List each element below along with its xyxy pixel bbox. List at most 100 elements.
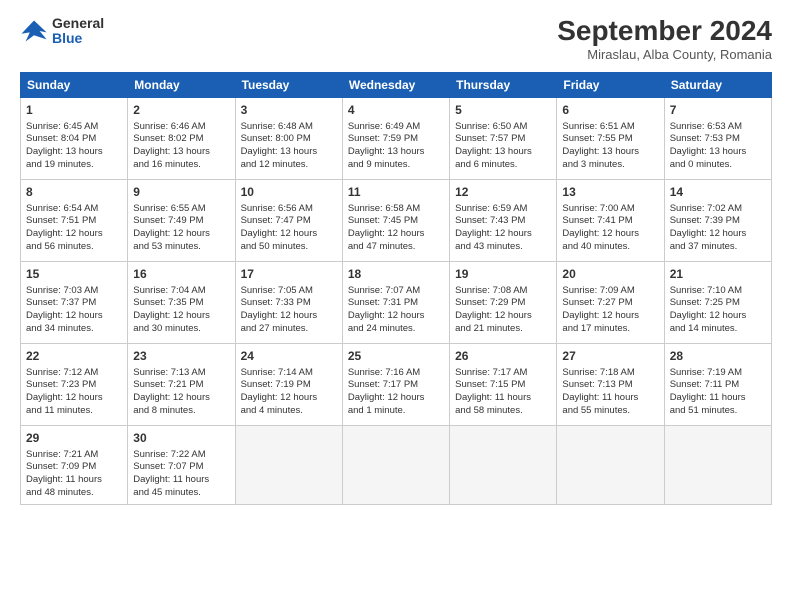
day-info: Sunrise: 7:21 AM Sunset: 7:09 PM Dayligh…	[26, 449, 122, 500]
day-number: 5	[455, 102, 551, 119]
table-row: 5 Sunrise: 6:50 AM Sunset: 7:57 PM Daylig…	[450, 97, 557, 179]
header-wednesday: Wednesday	[342, 72, 449, 97]
page-header: General Blue September 2024 Miraslau, Al…	[20, 16, 772, 62]
day-number: 24	[241, 348, 337, 365]
day-info: Sunrise: 6:59 AM Sunset: 7:43 PM Dayligh…	[455, 203, 551, 254]
day-info: Sunrise: 7:13 AM Sunset: 7:21 PM Dayligh…	[133, 367, 229, 418]
day-info: Sunrise: 7:09 AM Sunset: 7:27 PM Dayligh…	[562, 285, 658, 336]
header-friday: Friday	[557, 72, 664, 97]
table-row: 1Sunrise: 6:45 AM Sunset: 8:04 PM Daylig…	[21, 97, 128, 179]
day-number: 30	[133, 430, 229, 447]
table-row: 7Sunrise: 6:53 AM Sunset: 7:53 PM Daylig…	[664, 97, 771, 179]
day-info: Sunrise: 6:54 AM Sunset: 7:51 PM Dayligh…	[26, 203, 122, 254]
day-number: 27	[562, 348, 658, 365]
header-sunday: Sunday	[21, 72, 128, 97]
logo-icon	[20, 17, 48, 45]
table-row: 20 Sunrise: 7:09 AM Sunset: 7:27 PM Dayli…	[557, 261, 664, 343]
table-row	[450, 425, 557, 504]
month-title: September 2024	[557, 16, 772, 47]
day-number: 26	[455, 348, 551, 365]
location: Miraslau, Alba County, Romania	[557, 47, 772, 62]
day-info: Sunrise: 7:12 AM Sunset: 7:23 PM Dayligh…	[26, 367, 122, 418]
day-info: Sunrise: 7:07 AM Sunset: 7:31 PM Dayligh…	[348, 285, 444, 336]
day-info: Sunrise: 7:18 AM Sunset: 7:13 PM Dayligh…	[562, 367, 658, 418]
day-number: 19	[455, 266, 551, 283]
header-monday: Monday	[128, 72, 235, 97]
day-number: 29	[26, 430, 122, 447]
table-row: 28 Sunrise: 7:19 AM Sunset: 7:11 PM Dayli…	[664, 343, 771, 425]
weekday-header-row: Sunday Monday Tuesday Wednesday Thursday…	[21, 72, 772, 97]
day-info: Sunrise: 7:02 AM Sunset: 7:39 PM Dayligh…	[670, 203, 766, 254]
day-number: 1	[26, 102, 122, 119]
day-number: 14	[670, 184, 766, 201]
table-row: 16 Sunrise: 7:04 AM Sunset: 7:35 PM Dayli…	[128, 261, 235, 343]
day-info: Sunrise: 7:05 AM Sunset: 7:33 PM Dayligh…	[241, 285, 337, 336]
table-row: 17Sunrise: 7:05 AM Sunset: 7:33 PM Dayli…	[235, 261, 342, 343]
day-info: Sunrise: 6:48 AM Sunset: 8:00 PM Dayligh…	[241, 121, 337, 172]
day-info: Sunrise: 6:53 AM Sunset: 7:53 PM Dayligh…	[670, 121, 766, 172]
day-info: Sunrise: 7:17 AM Sunset: 7:15 PM Dayligh…	[455, 367, 551, 418]
day-number: 20	[562, 266, 658, 283]
table-row: 2 Sunrise: 6:46 AM Sunset: 8:02 PM Daylig…	[128, 97, 235, 179]
day-number: 6	[562, 102, 658, 119]
day-info: Sunrise: 7:14 AM Sunset: 7:19 PM Dayligh…	[241, 367, 337, 418]
table-row: 22 Sunrise: 7:12 AM Sunset: 7:23 PM Dayli…	[21, 343, 128, 425]
day-number: 13	[562, 184, 658, 201]
day-info: Sunrise: 7:08 AM Sunset: 7:29 PM Dayligh…	[455, 285, 551, 336]
day-info: Sunrise: 6:50 AM Sunset: 7:57 PM Dayligh…	[455, 121, 551, 172]
table-row: 21 Sunrise: 7:10 AM Sunset: 7:25 PM Dayli…	[664, 261, 771, 343]
day-info: Sunrise: 7:16 AM Sunset: 7:17 PM Dayligh…	[348, 367, 444, 418]
table-row: 3Sunrise: 6:48 AM Sunset: 8:00 PM Daylig…	[235, 97, 342, 179]
table-row: 6 Sunrise: 6:51 AM Sunset: 7:55 PM Daylig…	[557, 97, 664, 179]
table-row	[342, 425, 449, 504]
day-number: 8	[26, 184, 122, 201]
table-row: 15Sunrise: 7:03 AM Sunset: 7:37 PM Dayli…	[21, 261, 128, 343]
table-row: 10 Sunrise: 6:56 AM Sunset: 7:47 PM Dayli…	[235, 179, 342, 261]
table-row: 13 Sunrise: 7:00 AM Sunset: 7:41 PM Dayli…	[557, 179, 664, 261]
title-block: September 2024 Miraslau, Alba County, Ro…	[557, 16, 772, 62]
table-row	[557, 425, 664, 504]
day-info: Sunrise: 7:19 AM Sunset: 7:11 PM Dayligh…	[670, 367, 766, 418]
day-number: 9	[133, 184, 229, 201]
day-info: Sunrise: 7:04 AM Sunset: 7:35 PM Dayligh…	[133, 285, 229, 336]
day-number: 28	[670, 348, 766, 365]
table-row: 19 Sunrise: 7:08 AM Sunset: 7:29 PM Dayli…	[450, 261, 557, 343]
table-row: 25 Sunrise: 7:16 AM Sunset: 7:17 PM Dayli…	[342, 343, 449, 425]
day-info: Sunrise: 6:51 AM Sunset: 7:55 PM Dayligh…	[562, 121, 658, 172]
day-number: 4	[348, 102, 444, 119]
logo-text: General Blue	[52, 16, 104, 47]
header-thursday: Thursday	[450, 72, 557, 97]
header-saturday: Saturday	[664, 72, 771, 97]
table-row: 14 Sunrise: 7:02 AM Sunset: 7:39 PM Dayli…	[664, 179, 771, 261]
day-number: 2	[133, 102, 229, 119]
day-number: 22	[26, 348, 122, 365]
table-row: 12 Sunrise: 6:59 AM Sunset: 7:43 PM Dayli…	[450, 179, 557, 261]
day-number: 10	[241, 184, 337, 201]
day-info: Sunrise: 7:22 AM Sunset: 7:07 PM Dayligh…	[133, 449, 229, 500]
day-number: 11	[348, 184, 444, 201]
table-row: 27 Sunrise: 7:18 AM Sunset: 7:13 PM Dayli…	[557, 343, 664, 425]
day-number: 25	[348, 348, 444, 365]
table-row	[235, 425, 342, 504]
table-row: 9Sunrise: 6:55 AM Sunset: 7:49 PM Daylig…	[128, 179, 235, 261]
table-row: 26 Sunrise: 7:17 AM Sunset: 7:15 PM Dayli…	[450, 343, 557, 425]
table-row: 23 Sunrise: 7:13 AM Sunset: 7:21 PM Dayli…	[128, 343, 235, 425]
day-info: Sunrise: 6:56 AM Sunset: 7:47 PM Dayligh…	[241, 203, 337, 254]
table-row: 18Sunrise: 7:07 AM Sunset: 7:31 PM Dayli…	[342, 261, 449, 343]
day-info: Sunrise: 7:00 AM Sunset: 7:41 PM Dayligh…	[562, 203, 658, 254]
table-row: 29 Sunrise: 7:21 AM Sunset: 7:09 PM Dayli…	[21, 425, 128, 504]
table-row: 24 Sunrise: 7:14 AM Sunset: 7:19 PM Dayli…	[235, 343, 342, 425]
table-row	[664, 425, 771, 504]
day-info: Sunrise: 7:10 AM Sunset: 7:25 PM Dayligh…	[670, 285, 766, 336]
day-info: Sunrise: 6:49 AM Sunset: 7:59 PM Dayligh…	[348, 121, 444, 172]
logo: General Blue	[20, 16, 104, 47]
day-number: 23	[133, 348, 229, 365]
day-number: 12	[455, 184, 551, 201]
table-row: 4 Sunrise: 6:49 AM Sunset: 7:59 PM Daylig…	[342, 97, 449, 179]
day-number: 21	[670, 266, 766, 283]
day-number: 16	[133, 266, 229, 283]
day-number: 15	[26, 266, 122, 283]
day-info: Sunrise: 6:46 AM Sunset: 8:02 PM Dayligh…	[133, 121, 229, 172]
day-info: Sunrise: 6:58 AM Sunset: 7:45 PM Dayligh…	[348, 203, 444, 254]
table-row: 30 Sunrise: 7:22 AM Sunset: 7:07 PM Dayli…	[128, 425, 235, 504]
